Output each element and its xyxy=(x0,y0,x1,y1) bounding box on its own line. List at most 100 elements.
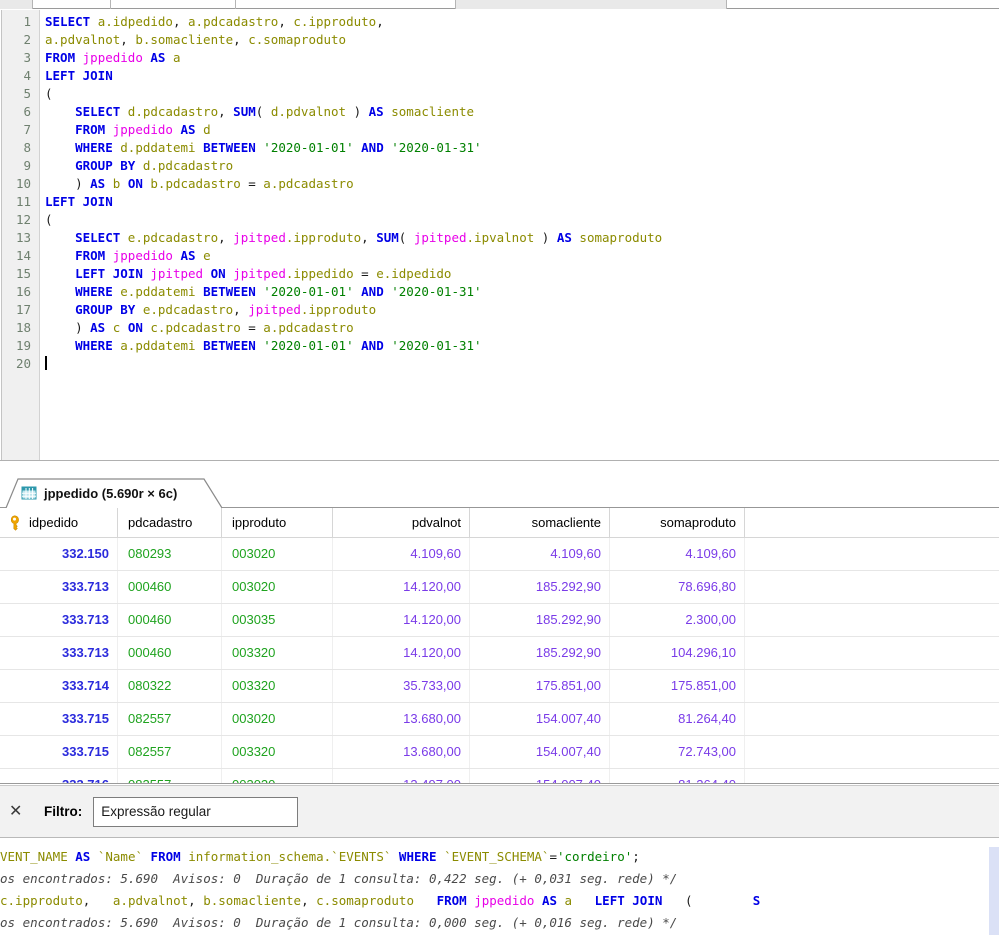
grid-cell-somaproduto[interactable]: 78.696,80 xyxy=(610,571,745,603)
table-row[interactable]: 333.71300046000302014.120,00185.292,9078… xyxy=(0,571,999,604)
sql-token: WHERE xyxy=(75,140,113,155)
grid-cell-pdcadastro[interactable]: 082557 xyxy=(118,769,222,784)
grid-cell-pdvalnot[interactable]: 14.120,00 xyxy=(333,571,470,603)
grid-cell-ipproduto[interactable]: 003320 xyxy=(222,670,333,702)
code-line[interactable]: 3FROM jppedido AS a xyxy=(1,49,999,67)
code-line[interactable]: 4LEFT JOIN xyxy=(1,67,999,85)
grid-cell-somacliente[interactable]: 185.292,90 xyxy=(470,571,610,603)
grid-cell-somaproduto[interactable]: 175.851,00 xyxy=(610,670,745,702)
sql-editor[interactable]: 1SELECT a.idpedido, a.pdcadastro, c.ippr… xyxy=(0,10,999,461)
code-line[interactable]: 13 SELECT e.pdcadastro, jpitped.ipprodut… xyxy=(1,229,999,247)
grid-cell-somacliente[interactable]: 154.007,40 xyxy=(470,703,610,735)
code-line[interactable]: 10 ) AS b ON b.pdcadastro = a.pdcadastro xyxy=(1,175,999,193)
grid-cell-ipproduto[interactable]: 003320 xyxy=(222,736,333,768)
grid-cell-pdcadastro[interactable]: 082557 xyxy=(118,703,222,735)
column-header-pdcadastro[interactable]: pdcadastro xyxy=(118,508,222,537)
sql-token: = xyxy=(354,266,377,281)
grid-cell-somacliente[interactable]: 4.109,60 xyxy=(470,538,610,570)
grid-cell-ipproduto[interactable]: 003020 xyxy=(222,538,333,570)
grid-cell-somacliente[interactable]: 185.292,90 xyxy=(470,604,610,636)
grid-cell-ipproduto[interactable]: 003035 xyxy=(222,604,333,636)
sql-code-area[interactable]: 1SELECT a.idpedido, a.pdcadastro, c.ippr… xyxy=(1,13,999,373)
sql-token: .ipproduto xyxy=(286,230,361,245)
grid-cell-pdvalnot[interactable]: 14.120,00 xyxy=(333,604,470,636)
grid-cell-ipproduto[interactable]: 003320 xyxy=(222,637,333,669)
code-line[interactable]: 16 WHERE e.pddatemi BETWEEN '2020-01-01'… xyxy=(1,283,999,301)
grid-cell-somaproduto[interactable]: 104.296,10 xyxy=(610,637,745,669)
code-line[interactable]: 7 FROM jppedido AS d xyxy=(1,121,999,139)
table-row[interactable]: 333.71300046000332014.120,00185.292,9010… xyxy=(0,637,999,670)
grid-cell-idpedido[interactable]: 333.715 xyxy=(0,703,118,735)
grid-cell-somacliente[interactable]: 175.851,00 xyxy=(470,670,610,702)
grid-cell-pdvalnot[interactable]: 35.733,00 xyxy=(333,670,470,702)
code-line[interactable]: 17 GROUP BY e.pdcadastro, jpitped.ipprod… xyxy=(1,301,999,319)
grid-cell-somaproduto[interactable]: 4.109,60 xyxy=(610,538,745,570)
grid-cell-somacliente[interactable]: 154.007,40 xyxy=(470,736,610,768)
grid-cell-somacliente[interactable]: 154.007,40 xyxy=(470,769,610,784)
grid-cell-idpedido[interactable]: 333.713 xyxy=(0,604,118,636)
column-header-idpedido[interactable]: idpedido xyxy=(0,508,118,537)
code-line[interactable]: 12( xyxy=(1,211,999,229)
grid-cell-somaproduto[interactable]: 72.743,00 xyxy=(610,736,745,768)
close-filter-icon[interactable]: ✕ xyxy=(9,804,27,820)
column-header-somacliente[interactable]: somacliente xyxy=(470,508,610,537)
sql-token: ( xyxy=(399,230,414,245)
column-header-ipproduto[interactable]: ipproduto xyxy=(222,508,333,537)
grid-cell-pdcadastro[interactable]: 000460 xyxy=(118,637,222,669)
grid-cell-somacliente[interactable]: 185.292,90 xyxy=(470,637,610,669)
grid-cell-idpedido[interactable]: 333.716 xyxy=(0,769,118,784)
grid-cell-ipproduto[interactable]: 003020 xyxy=(222,571,333,603)
grid-cell-pdvalnot[interactable]: 13.497,00 xyxy=(333,769,470,784)
code-line[interactable]: 2a.pdvalnot, b.somacliente, c.somaprodut… xyxy=(1,31,999,49)
grid-cell-pdvalnot[interactable]: 13.680,00 xyxy=(333,703,470,735)
code-line[interactable]: 15 LEFT JOIN jpitped ON jpitped.ippedido… xyxy=(1,265,999,283)
grid-cell-pdcadastro[interactable]: 082557 xyxy=(118,736,222,768)
table-row[interactable]: 333.71508255700302013.680,00154.007,4081… xyxy=(0,703,999,736)
log-scrollbar[interactable] xyxy=(989,847,999,935)
code-line[interactable]: 6 SELECT d.pdcadastro, SUM( d.pdvalnot )… xyxy=(1,103,999,121)
grid-cell-pdvalnot[interactable]: 13.680,00 xyxy=(333,736,470,768)
grid-cell-idpedido[interactable]: 333.713 xyxy=(0,637,118,669)
sql-token: AS xyxy=(181,122,196,137)
column-header-somaproduto[interactable]: somaproduto xyxy=(610,508,745,537)
grid-cell-pdcadastro[interactable]: 080293 xyxy=(118,538,222,570)
code-line[interactable]: 5( xyxy=(1,85,999,103)
line-number: 6 xyxy=(1,103,40,121)
code-line[interactable]: 18 ) AS c ON c.pdcadastro = a.pdcadastro xyxy=(1,319,999,337)
code-line[interactable]: 19 WHERE a.pddatemi BETWEEN '2020-01-01'… xyxy=(1,337,999,355)
sql-token xyxy=(173,248,181,263)
table-row[interactable]: 333.71608255700302013.497,00154.007,4081… xyxy=(0,769,999,784)
grid-cell-somaproduto[interactable]: 81.264,40 xyxy=(610,769,745,784)
code-line[interactable]: 9 GROUP BY d.pdcadastro xyxy=(1,157,999,175)
column-header-pdvalnot[interactable]: pdvalnot xyxy=(333,508,470,537)
grid-cell-ipproduto[interactable]: 003020 xyxy=(222,703,333,735)
code-line[interactable]: 8 WHERE d.pddatemi BETWEEN '2020-01-01' … xyxy=(1,139,999,157)
grid-cell-somaproduto[interactable]: 2.300,00 xyxy=(610,604,745,636)
sql-token xyxy=(120,104,128,119)
grid-cell-idpedido[interactable]: 333.715 xyxy=(0,736,118,768)
table-row[interactable]: 333.71508255700332013.680,00154.007,4072… xyxy=(0,736,999,769)
table-row[interactable]: 333.71408032200332035.733,00175.851,0017… xyxy=(0,670,999,703)
grid-cell-pdvalnot[interactable]: 4.109,60 xyxy=(333,538,470,570)
grid-cell-idpedido[interactable]: 332.150 xyxy=(0,538,118,570)
grid-cell-pdcadastro[interactable]: 000460 xyxy=(118,604,222,636)
grid-rows-viewport[interactable]: 332.1500802930030204.109,604.109,604.109… xyxy=(0,538,999,784)
code-line[interactable]: 14 FROM jppedido AS e xyxy=(1,247,999,265)
code-line[interactable]: 11LEFT JOIN xyxy=(1,193,999,211)
grid-cell-ipproduto[interactable]: 003020 xyxy=(222,769,333,784)
code-line[interactable]: 20 xyxy=(1,355,999,373)
grid-cell-pdcadastro[interactable]: 080322 xyxy=(118,670,222,702)
table-row[interactable]: 333.71300046000303514.120,00185.292,902.… xyxy=(0,604,999,637)
grid-cell-somaproduto[interactable]: 81.264,40 xyxy=(610,703,745,735)
sql-token: jpitped xyxy=(414,230,467,245)
sql-token: os encontrados: 5.690 Avisos: 0 Duração … xyxy=(0,871,677,886)
table-row[interactable]: 332.1500802930030204.109,604.109,604.109… xyxy=(0,538,999,571)
grid-cell-idpedido[interactable]: 333.714 xyxy=(0,670,118,702)
line-number: 9 xyxy=(1,157,40,175)
code-line[interactable]: 1SELECT a.idpedido, a.pdcadastro, c.ippr… xyxy=(1,13,999,31)
grid-cell-idpedido[interactable]: 333.713 xyxy=(0,571,118,603)
grid-cell-pdvalnot[interactable]: 14.120,00 xyxy=(333,637,470,669)
result-tab-jppedido[interactable]: jppedido (5.690r × 6c) xyxy=(5,478,223,508)
filter-input[interactable] xyxy=(93,797,298,827)
grid-cell-pdcadastro[interactable]: 000460 xyxy=(118,571,222,603)
